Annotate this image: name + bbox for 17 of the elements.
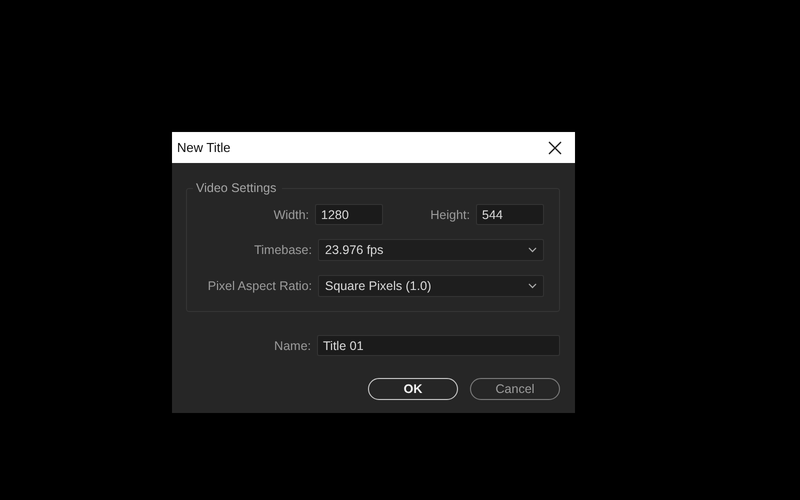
chevron-icon	[528, 247, 537, 253]
field-label: Name:	[273, 338, 311, 352]
dropdown[interactable]: 23.976 fps	[318, 239, 544, 261]
text-field[interactable]: 1280	[315, 204, 383, 225]
group-legend: Video Settings	[193, 181, 282, 195]
field-label: Width:	[272, 208, 309, 222]
field-label: Pixel Aspect Ratio:	[206, 279, 312, 293]
window-title: New Title	[177, 140, 230, 155]
text-field[interactable]: Title 01	[317, 335, 560, 356]
text-field[interactable]: 544	[476, 204, 544, 225]
dropdown[interactable]: Square Pixels (1.0)	[318, 275, 544, 297]
field-label: Height:	[429, 208, 470, 222]
ok-button[interactable]: OK	[368, 378, 458, 400]
close-icon	[548, 140, 562, 154]
cancel-button[interactable]: Cancel	[470, 378, 560, 400]
field-label: Timebase:	[253, 243, 312, 257]
chevron-icon	[528, 283, 537, 289]
